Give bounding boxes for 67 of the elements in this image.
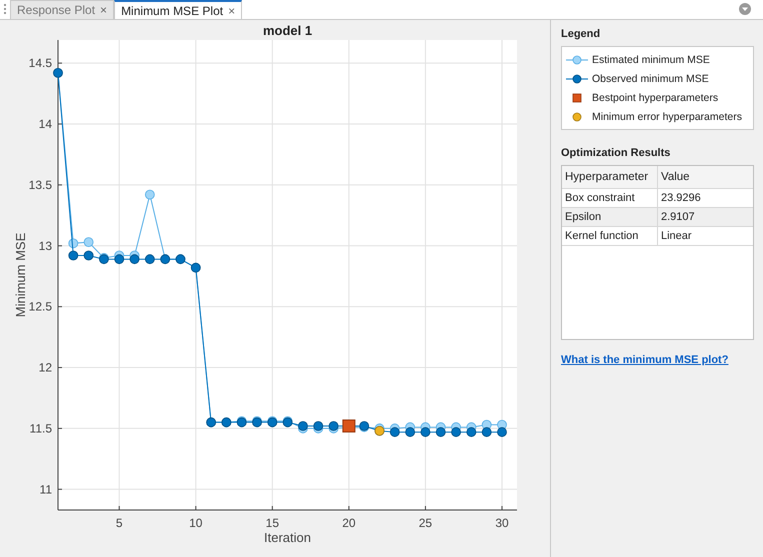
legend-label: Observed minimum MSE xyxy=(592,72,709,84)
y-tick-label: 14 xyxy=(38,117,52,132)
table-cell: Epsilon xyxy=(562,208,658,226)
data-point xyxy=(84,237,94,248)
square-marker xyxy=(342,419,356,432)
column-header: Value xyxy=(660,170,691,185)
data-point xyxy=(144,190,155,200)
y-axis-label: Minimum MSE xyxy=(13,232,28,318)
x-tick-label: 10 xyxy=(189,516,202,530)
legend-label: Estimated minimum MSE xyxy=(592,54,710,66)
data-point xyxy=(68,238,78,248)
x-axis-label: Iteration xyxy=(264,530,311,545)
tab[interactable]: Minimum MSE Plot × xyxy=(114,0,242,19)
table-cell-text: 2.9107 xyxy=(660,210,696,225)
y-tick-label: 14.5 xyxy=(28,56,52,70)
data-point xyxy=(436,427,446,437)
data-point xyxy=(130,254,140,264)
data-point xyxy=(451,427,461,437)
table-cell: Box constraint xyxy=(562,189,658,207)
data-point xyxy=(282,417,293,428)
data-point xyxy=(252,417,262,428)
grip-icon xyxy=(3,3,7,15)
dropdown-icon[interactable] xyxy=(739,3,751,15)
legend-label: Bestpoint hyperparameters xyxy=(592,92,718,104)
x-tick-label: 20 xyxy=(342,516,356,530)
section-title: Legend xyxy=(561,28,602,40)
data-point xyxy=(390,427,400,437)
data-point xyxy=(313,421,324,431)
data-point xyxy=(420,427,430,437)
y-tick-label: 11 xyxy=(40,482,52,496)
data-point xyxy=(144,254,155,264)
legend-line-icon xyxy=(566,54,588,64)
data-point xyxy=(466,427,476,437)
table-cell: Kernel function xyxy=(562,227,658,245)
table-cell-text: 23.9296 xyxy=(660,191,702,206)
close-tab-button[interactable]: × xyxy=(100,3,108,17)
help-link[interactable]: What is the minimum MSE plot? xyxy=(561,354,728,366)
y-tick-label: 13.5 xyxy=(28,178,52,192)
tab[interactable]: Response Plot × xyxy=(10,0,114,19)
table-cell-text: Linear xyxy=(660,229,693,244)
y-tick-label: 13 xyxy=(38,238,52,253)
data-point xyxy=(99,254,109,264)
data-point xyxy=(236,417,247,428)
data-point xyxy=(497,427,507,437)
section-title: Optimization Results xyxy=(561,147,672,159)
data-point xyxy=(84,250,94,260)
x-tick-label: 25 xyxy=(418,516,432,530)
legend-line-icon xyxy=(566,74,588,84)
data-point xyxy=(298,421,308,431)
data-point xyxy=(114,254,124,264)
data-point xyxy=(267,417,278,428)
data-point xyxy=(482,427,492,437)
data-point xyxy=(359,421,370,431)
chart-title: model 1 xyxy=(262,23,312,38)
legend-label: Minimum error hyperparameters xyxy=(592,110,742,122)
x-tick-label: 30 xyxy=(495,516,509,530)
y-tick-label: 12.5 xyxy=(28,300,52,314)
x-tick-label: 15 xyxy=(266,516,280,530)
close-tab-button[interactable]: × xyxy=(228,4,236,18)
data-point xyxy=(328,421,338,431)
data-point xyxy=(405,427,416,437)
y-tick-label: 11.5 xyxy=(30,421,52,436)
circle-marker xyxy=(374,426,384,436)
data-point xyxy=(68,250,78,260)
column-header: Hyperparameter xyxy=(562,166,658,188)
x-tick-label: 5 xyxy=(116,516,123,530)
y-tick-label: 12 xyxy=(38,360,52,375)
